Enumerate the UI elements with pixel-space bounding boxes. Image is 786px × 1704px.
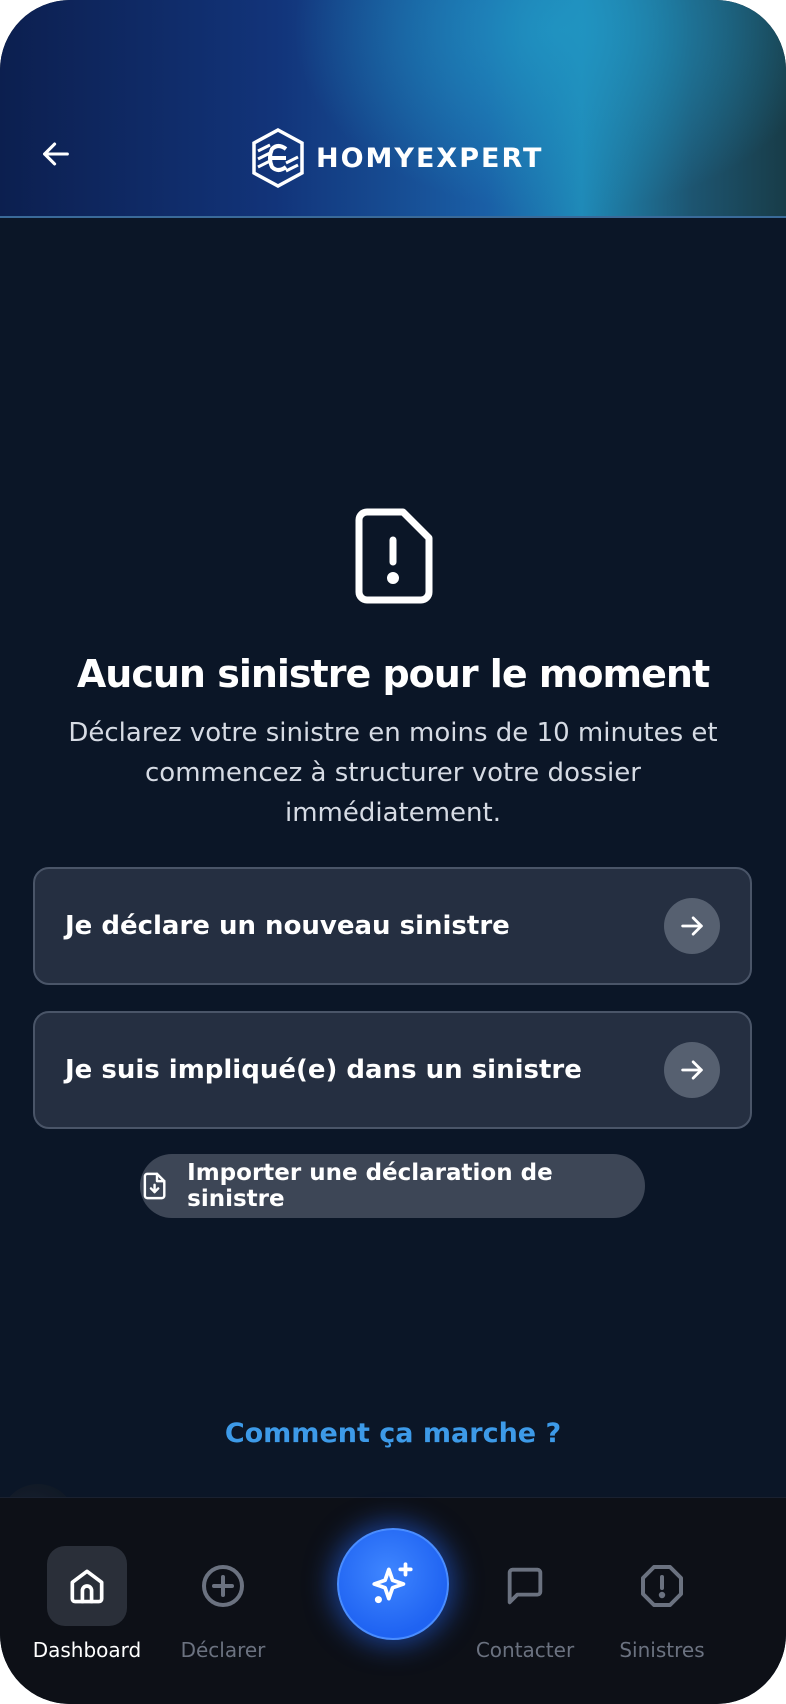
nav-label-contacter: Contacter [475,1638,575,1662]
arrow-right-button [664,1042,720,1098]
empty-state-title: Aucun sinistre pour le moment [76,652,710,696]
home-icon [70,1569,104,1604]
sparkles-icon [372,1562,413,1604]
plus-circle-icon [202,1565,244,1607]
alert-octagon-icon [641,1565,683,1607]
nav-item-declarer[interactable]: Déclarer [153,1546,293,1662]
chat-icon [507,1567,543,1605]
file-download-icon [143,1172,166,1200]
nav-item-dashboard[interactable]: Dashboard [17,1546,157,1662]
back-button[interactable] [34,132,78,176]
nav-item-sinistres[interactable]: Sinistres [592,1546,732,1662]
import-declaration-label: Importer une déclaration de sinistre [187,1160,553,1212]
brand-name: HOMYEXPERT [316,142,544,174]
involved-in-claim-button[interactable]: Je suis impliqué(e) dans un sinistre [33,1011,752,1129]
empty-state-description: Déclarez votre sinistre en moins de 10 m… [68,718,718,828]
file-alert-icon [355,508,433,604]
homyexpert-logo-icon [252,128,304,188]
app-screen: HOMYEXPERT Aucun sinistre pour le moment… [0,0,786,1704]
bottom-navigation: Dashboard Déclarer Contacter Sinistres [0,1497,786,1704]
declare-new-claim-button[interactable]: Je déclare un nouveau sinistre [33,867,752,985]
import-declaration-button[interactable]: Importer une déclaration de sinistre [140,1154,645,1218]
arrow-left-icon [43,142,69,166]
nav-icon-container [47,1546,127,1626]
nav-label-dashboard: Dashboard [32,1638,142,1662]
arrow-right-icon [681,916,703,936]
nav-label-sinistres: Sinistres [619,1638,705,1662]
header: HOMYEXPERT [0,0,786,218]
arrow-right-icon [681,1060,703,1080]
brand-logo: HOMYEXPERT [250,127,543,189]
nav-icon-container [485,1546,565,1626]
ai-assistant-button[interactable] [337,1528,449,1640]
arrow-right-button [664,898,720,954]
nav-icon-container [622,1546,702,1626]
how-it-works-link[interactable]: Comment ça marche ? [0,1418,786,1449]
nav-label-declarer: Déclarer [180,1638,266,1662]
involved-in-claim-label: Je suis impliqué(e) dans un sinistre [65,1055,582,1085]
nav-icon-container [183,1546,263,1626]
nav-item-contacter[interactable]: Contacter [455,1546,595,1662]
declare-new-claim-label: Je déclare un nouveau sinistre [65,911,510,941]
